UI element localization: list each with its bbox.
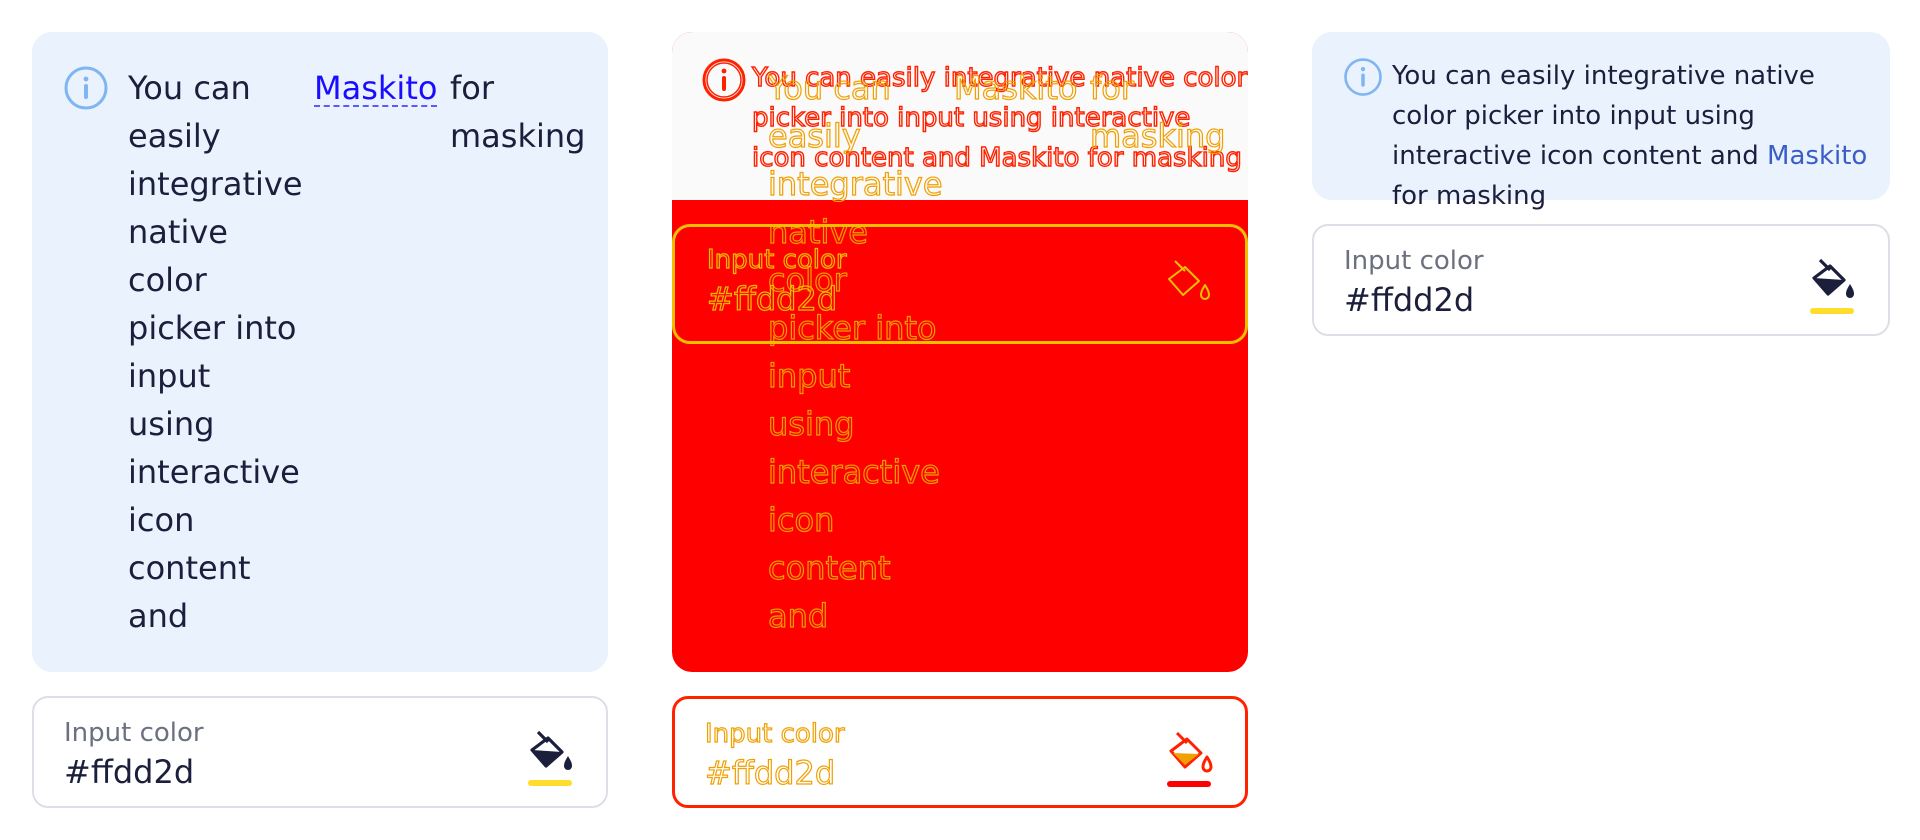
notification-word: and: [128, 597, 189, 635]
paint-bucket-icon: [1163, 257, 1213, 317]
color-input-field[interactable]: Input color #ffdd2d: [672, 696, 1248, 808]
notification-word: content: [128, 549, 251, 587]
notification-word: using: [128, 405, 215, 443]
notification-text-debug: You can easily integrative native color …: [767, 64, 948, 640]
notification-tail: for masking: [450, 64, 585, 160]
color-input-field[interactable]: Input color #ffdd2d: [32, 696, 608, 808]
color-input-field[interactable]: Input color #ffdd2d: [1312, 224, 1890, 336]
notification-word: easily: [128, 117, 221, 155]
notification-word: integrative: [128, 165, 303, 203]
paint-bucket-icon[interactable]: [526, 728, 576, 788]
notification-tail: for masking: [1392, 181, 1547, 211]
notification-word: for: [450, 69, 494, 107]
input-label: Input color: [1344, 246, 1484, 276]
info-icon: [700, 56, 748, 104]
notification-word: integrative: [767, 164, 943, 203]
notification-word: You can: [767, 68, 891, 107]
ghost-color-input: Input color #ffdd2d: [672, 224, 1248, 344]
input-label: Input color: [704, 718, 845, 749]
notification-word: using: [767, 404, 855, 443]
paint-bucket-icon[interactable]: [1808, 256, 1858, 316]
panel-narrow-layout: You can easily integrative native color …: [0, 0, 640, 840]
notification-banner: You can easily integrative native color …: [32, 32, 608, 672]
notification-text-segment: You can easily integrative native color …: [1392, 61, 1815, 171]
maskito-link[interactable]: Maskito: [314, 64, 437, 112]
notification-text: You can easily integrative native color …: [128, 64, 308, 640]
color-input-value[interactable]: #ffdd2d: [704, 753, 835, 793]
notification-word: masking: [1089, 116, 1226, 155]
panel-wide-layout: You can easily integrative native color …: [1280, 0, 1920, 840]
info-icon: [62, 64, 110, 112]
notification-word: color: [128, 261, 207, 299]
notification-word: icon: [128, 501, 195, 539]
notification-word: input: [767, 356, 851, 395]
notification-word: native: [128, 213, 228, 251]
notification-word: picker into: [128, 309, 297, 347]
maskito-link-cell-debug: Maskito: [953, 64, 1078, 112]
input-label: Input color: [706, 244, 847, 275]
notification-word: You can: [128, 69, 251, 107]
input-label: Input color: [64, 718, 204, 748]
maskito-link[interactable]: Maskito: [978, 142, 1080, 173]
notification-text: You can easily integrative native color …: [1392, 56, 1872, 216]
maskito-link[interactable]: Maskito: [1767, 141, 1867, 171]
paint-bucket-icon[interactable]: [1165, 729, 1215, 789]
notification-tail-debug: for masking: [1089, 64, 1226, 160]
notification-word: input: [128, 357, 211, 395]
color-input-value: #ffdd2d: [706, 279, 838, 318]
notification-banner: You can easily integrative native color …: [1312, 32, 1890, 211]
notification-word: interactive: [767, 452, 940, 491]
info-icon: [1342, 56, 1384, 98]
color-input-value[interactable]: #ffdd2d: [1344, 280, 1474, 320]
panel-debug-render: You can easily integrative native color …: [640, 0, 1280, 840]
maskito-link[interactable]: Maskito: [953, 64, 1078, 112]
notification-word: icon: [767, 500, 835, 539]
notification-word: and: [767, 596, 829, 635]
notification-word: masking: [450, 117, 586, 155]
notification-word: easily: [767, 116, 861, 155]
notification-word: for: [1089, 68, 1134, 107]
notification-word: interactive: [128, 453, 300, 491]
maskito-link-cell: Maskito: [314, 64, 437, 112]
notification-word: content: [767, 548, 891, 587]
color-input-value[interactable]: #ffdd2d: [64, 752, 194, 792]
